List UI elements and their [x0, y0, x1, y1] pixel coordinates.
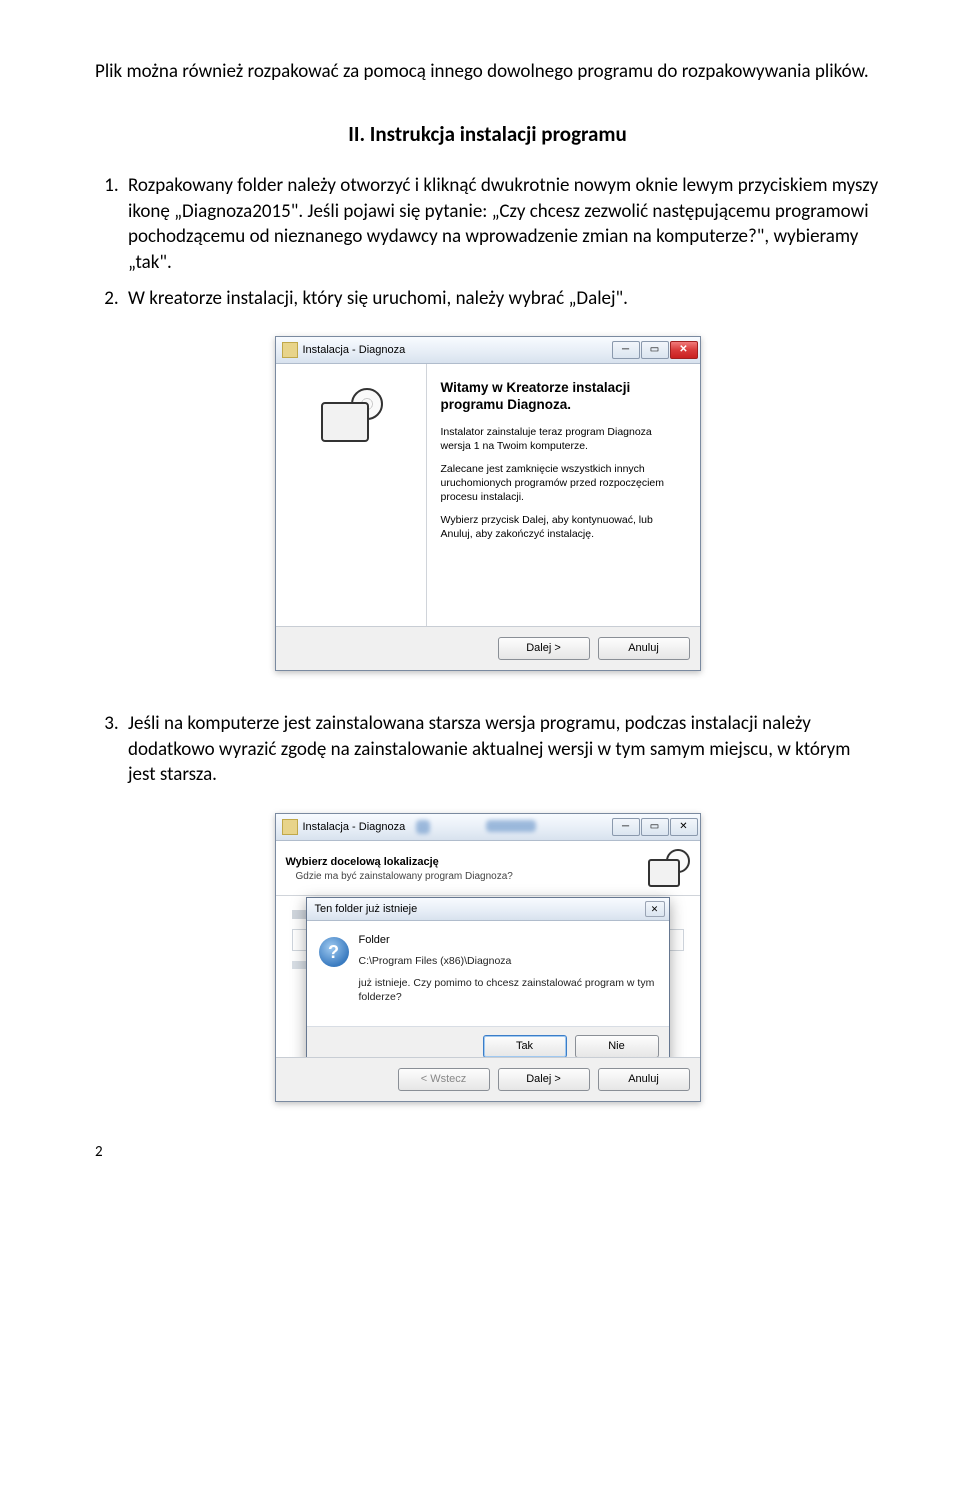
- cancel-button[interactable]: Anuluj: [598, 1068, 690, 1091]
- close-button[interactable]: ✕: [670, 818, 698, 836]
- titlebar: Instalacja - Diagnoza ─ ▭ ✕: [276, 337, 700, 364]
- wizard-subheader: Wybierz docelową lokalizację Gdzie ma by…: [276, 841, 700, 896]
- step-1: Rozpakowany folder należy otworzyć i kli…: [123, 173, 880, 276]
- yes-button[interactable]: Tak: [483, 1035, 567, 1058]
- window-title: Instalacja - Diagnoza: [303, 820, 612, 835]
- next-button[interactable]: Dalej >: [498, 1068, 590, 1091]
- next-button[interactable]: Dalej >: [498, 637, 590, 660]
- maximize-button[interactable]: ▭: [641, 818, 669, 836]
- window-title: Instalacja - Diagnoza: [303, 343, 612, 358]
- step-3: Jeśli na komputerze jest zainstalowana s…: [123, 711, 880, 788]
- intro-paragraph: Plik można również rozpakować za pomocą …: [95, 59, 880, 85]
- close-button[interactable]: ✕: [670, 341, 698, 359]
- dialog-path: C:\Program Files (x86)\Diagnoza: [359, 955, 657, 969]
- back-button[interactable]: < Wstecz: [398, 1068, 490, 1091]
- wizard-text-1: Instalator zainstaluje teraz program Dia…: [441, 426, 682, 453]
- installer-window-2: Instalacja - Diagnoza ─ ▭ ✕ Wybierz doce…: [275, 813, 701, 1102]
- question-icon: ?: [319, 937, 349, 967]
- dialog-question: już istnieje. Czy pomimo to chcesz zains…: [359, 977, 657, 1004]
- instruction-list: Rozpakowany folder należy otworzyć i kli…: [95, 173, 880, 311]
- wizard-side-panel: [276, 364, 427, 626]
- titlebar: Instalacja - Diagnoza ─ ▭ ✕: [276, 814, 700, 841]
- dialog-title: Ten folder już istnieje: [315, 902, 645, 917]
- subheader-title: Wybierz docelową lokalizację: [286, 855, 640, 870]
- folder-exists-dialog: Ten folder już istnieje ✕ ? Folder C:\Pr…: [306, 897, 670, 1067]
- dialog-close-button[interactable]: ✕: [645, 901, 665, 917]
- installer-app-icon: [282, 819, 298, 835]
- wizard-text-2: Zalecane jest zamknięcie wszystkich inny…: [441, 463, 682, 504]
- installer-window-1: Instalacja - Diagnoza ─ ▭ ✕ Witamy w Kre…: [275, 336, 701, 671]
- subheader-desc: Gdzie ma być zainstalowany program Diagn…: [286, 870, 640, 884]
- minimize-button[interactable]: ─: [612, 818, 640, 836]
- minimize-button[interactable]: ─: [612, 341, 640, 359]
- wizard-text-3: Wybierz przycisk Dalej, aby kontynuować,…: [441, 514, 682, 541]
- cancel-button[interactable]: Anuluj: [598, 637, 690, 660]
- section-heading: II. Instrukcja instalacji programu: [95, 120, 880, 148]
- instruction-list-cont: Jeśli na komputerze jest zainstalowana s…: [95, 711, 880, 788]
- maximize-button[interactable]: ▭: [641, 341, 669, 359]
- no-button[interactable]: Nie: [575, 1035, 659, 1058]
- wizard-heading: Witamy w Kreatorze instalacji programu D…: [441, 380, 682, 414]
- installer-graphic-icon: [646, 849, 690, 889]
- screenshot-1: Instalacja - Diagnoza ─ ▭ ✕ Witamy w Kre…: [95, 336, 880, 671]
- step-2: W kreatorze instalacji, który się urucho…: [123, 286, 880, 312]
- page-number: 2: [95, 1142, 880, 1162]
- dialog-heading: Folder: [359, 933, 657, 947]
- installer-graphic-icon: [319, 388, 383, 444]
- installer-app-icon: [282, 342, 298, 358]
- screenshot-2: Instalacja - Diagnoza ─ ▭ ✕ Wybierz doce…: [95, 813, 880, 1102]
